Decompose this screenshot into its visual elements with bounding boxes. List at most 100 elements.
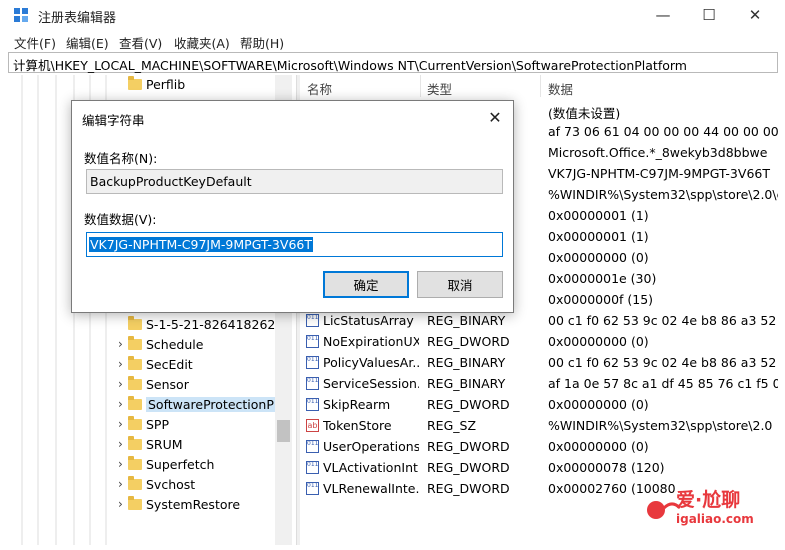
value-type: REG_BINARY [427, 376, 506, 391]
chevron-right-icon[interactable]: › [118, 497, 123, 511]
column-divider[interactable] [420, 75, 421, 97]
binary-value-icon [306, 440, 319, 453]
chevron-right-icon[interactable]: › [118, 377, 123, 391]
tree-item-superfetch[interactable]: › Superfetch [8, 455, 278, 475]
value-type: REG_SZ [427, 418, 477, 433]
value-type: REG_BINARY [427, 355, 506, 370]
value-data: 0x00000078 (120) [548, 460, 665, 475]
table-row[interactable]: ServiceSession... REG_BINARY af 1a 0e 57… [300, 373, 778, 394]
table-row[interactable]: LicStatusArray REG_BINARY 00 c1 f0 62 53… [300, 310, 778, 331]
value-data: %WINDIR%\System32\spp\store\2.0 [548, 418, 773, 433]
value-name: PolicyValuesAr... [323, 355, 419, 370]
binary-value-icon [306, 335, 319, 348]
chevron-right-icon[interactable]: › [118, 397, 123, 411]
address-bar[interactable]: 计算机\HKEY_LOCAL_MACHINE\SOFTWARE\Microsof… [8, 52, 778, 73]
menu-bar: 文件(F) 编辑(E) 查看(V) 收藏夹(A) 帮助(H) [0, 30, 785, 52]
binary-value-icon [306, 398, 319, 411]
menu-edit[interactable]: 编辑(E) [66, 33, 109, 52]
close-window-button[interactable]: ✕ [732, 0, 778, 30]
folder-icon [128, 316, 142, 330]
chevron-right-icon[interactable]: › [118, 417, 123, 431]
menu-favorites[interactable]: 收藏夹(A) [174, 33, 230, 52]
binary-value-icon [306, 356, 319, 369]
value-type: REG_DWORD [427, 334, 510, 349]
value-name-field: BackupProductKeyDefault [86, 169, 503, 194]
column-divider[interactable] [540, 75, 541, 97]
value-data: 00 c1 f0 62 53 9c 02 4e b8 86 a3 52 8d [548, 355, 778, 370]
binary-value-icon [306, 482, 319, 495]
minimize-button[interactable]: — [640, 0, 686, 30]
column-header-name[interactable]: 名称 [307, 79, 332, 98]
folder-icon [128, 476, 142, 490]
chevron-right-icon[interactable]: › [118, 437, 123, 451]
value-data: (数值未设置) [548, 106, 621, 121]
table-row[interactable]: PolicyValuesAr... REG_BINARY 00 c1 f0 62… [300, 352, 778, 373]
tree-item-label: Superfetch [146, 457, 215, 472]
value-name: TokenStore [323, 418, 392, 433]
selected-text: VK7JG-NPHTM-C97JM-9MPGT-3V66T [89, 237, 313, 252]
value-data: 0x0000000f (15) [548, 292, 654, 307]
tree-item-softwareprotectionplatform[interactable]: › SoftwareProtectionPlat [8, 395, 292, 415]
value-name: UserOperations [323, 439, 419, 454]
tree-item-secedit[interactable]: › SecEdit [8, 355, 278, 375]
dialog-close-button[interactable]: ✕ [483, 105, 507, 129]
tree-item-sid[interactable]: S-1-5-21-826418262-9 [8, 315, 288, 335]
value-type: REG_BINARY [427, 313, 506, 328]
column-header-data[interactable]: 数据 [548, 79, 573, 98]
tree-item-perflib[interactable]: Perflib [8, 75, 278, 95]
tree-item-svchost[interactable]: › Svchost [8, 475, 278, 495]
value-name: ServiceSession... [323, 376, 419, 391]
table-row[interactable]: NoExpirationUX REG_DWORD 0x00000000 (0) [300, 331, 778, 352]
column-header-type[interactable]: 类型 [427, 79, 452, 98]
binary-value-icon [306, 377, 319, 390]
value-data: 0x00000000 (0) [548, 334, 649, 349]
value-data-input[interactable]: VK7JG-NPHTM-C97JM-9MPGT-3V66T [86, 232, 503, 257]
folder-icon [128, 436, 142, 450]
folder-icon [128, 396, 142, 410]
registry-editor-icon [14, 8, 28, 22]
cancel-button[interactable]: 取消 [417, 271, 503, 298]
table-row[interactable]: UserOperations REG_DWORD 0x00000000 (0) [300, 436, 778, 457]
menu-view[interactable]: 查看(V) [119, 33, 162, 52]
value-data: 0x00000000 (0) [548, 397, 649, 412]
table-row[interactable]: SkipRearm REG_DWORD 0x00000000 (0) [300, 394, 778, 415]
chevron-right-icon[interactable]: › [118, 337, 123, 351]
tree-item-label: Sensor [146, 377, 189, 392]
menu-file[interactable]: 文件(F) [14, 33, 56, 52]
value-data: VK7JG-NPHTM-C97JM-9MPGT-3V66T [548, 166, 770, 181]
table-row[interactable]: ab TokenStore REG_SZ %WINDIR%\System32\s… [300, 415, 778, 436]
chevron-right-icon[interactable]: › [118, 477, 123, 491]
table-row[interactable]: VLActivationInt... REG_DWORD 0x00000078 … [300, 457, 778, 478]
value-type: REG_DWORD [427, 481, 510, 496]
folder-icon [128, 416, 142, 430]
tree-scrollbar-thumb[interactable] [277, 420, 290, 442]
menu-help[interactable]: 帮助(H) [240, 33, 284, 52]
chevron-right-icon[interactable]: › [118, 457, 123, 471]
folder-icon [128, 496, 142, 510]
value-name-label: 数值名称(N): [84, 151, 158, 166]
value-data: 00 c1 f0 62 53 9c 02 4e b8 86 a3 52 8d [548, 313, 778, 328]
chevron-right-icon[interactable]: › [118, 357, 123, 371]
address-path: 计算机\HKEY_LOCAL_MACHINE\SOFTWARE\Microsof… [13, 58, 687, 73]
watermark-url: igaliao.com [676, 512, 754, 526]
tree-item-spp[interactable]: › SPP [8, 415, 278, 435]
folder-icon [128, 356, 142, 370]
value-data: 0x00000001 (1) [548, 208, 649, 223]
value-name: NoExpirationUX [323, 334, 419, 349]
watermark-text: 爱·尬聊 [676, 489, 741, 511]
value-data: 0x00000000 (0) [548, 250, 649, 265]
edit-string-dialog: 编辑字符串 ✕ 数值名称(N): BackupProductKeyDefault… [71, 100, 514, 313]
tree-item-sensor[interactable]: › Sensor [8, 375, 278, 395]
tree-item-schedule[interactable]: › Schedule [8, 335, 278, 355]
value-data-label: 数值数据(V): [84, 212, 157, 227]
tree-item-systemrestore[interactable]: › SystemRestore [8, 495, 278, 515]
tree-item-label: Svchost [146, 477, 196, 492]
tree-item-srum[interactable]: › SRUM [8, 435, 278, 455]
binary-value-icon [306, 314, 319, 327]
window-title: 注册表编辑器 [38, 11, 117, 26]
tree-item-label: SRUM [146, 437, 183, 452]
ok-button[interactable]: 确定 [323, 271, 409, 298]
value-data: af 73 06 61 04 00 00 00 44 00 00 00 48 [548, 124, 778, 139]
maximize-button[interactable]: ☐ [686, 0, 732, 30]
value-data: 0x0000001e (30) [548, 271, 657, 286]
